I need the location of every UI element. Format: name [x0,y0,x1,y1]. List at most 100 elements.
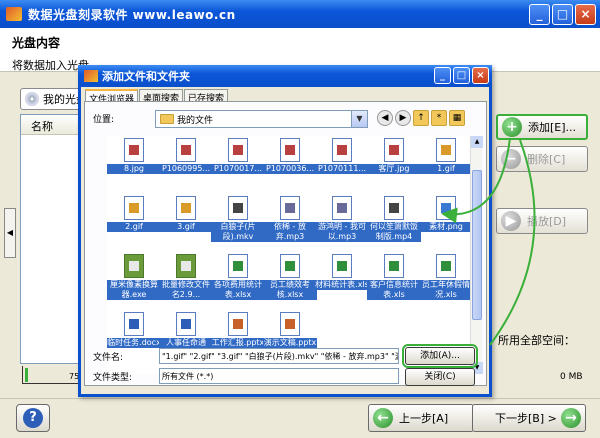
file-item[interactable]: 何以笙箫默饭制版.mp4 [367,196,421,248]
file-grid-scrollbar[interactable]: ▲ ▼ [470,136,483,374]
new-folder-icon[interactable]: * [431,110,447,126]
space-progress: 75 [22,366,82,384]
file-item[interactable]: P1070036... [263,138,317,190]
dialog-close-action-button[interactable]: 关闭(C) [405,368,475,386]
column-name[interactable]: 名称 [31,120,53,133]
help-icon: ? [23,408,43,428]
file-item[interactable]: 8.jpg [107,138,161,190]
file-item-label: 2.gif [107,222,161,232]
dialog-add-button[interactable]: 添加(A)... [402,344,478,368]
scroll-up-icon[interactable]: ▲ [471,136,483,148]
view-menu-icon[interactable]: ▦ [449,110,465,126]
file-item[interactable]: 客厅.jpg [367,138,421,190]
file-item[interactable]: 各项费用统计表.xlsx [211,254,265,306]
file-item[interactable]: 白狼子(片段).mkv [211,196,265,248]
file-item-label: 客户信息统计表.xls [367,280,421,300]
play-icon: ▶ [501,211,521,231]
file-item-label: 客厅.jpg [367,164,421,174]
back-arrow-icon: ← [373,408,393,428]
up-folder-icon[interactable]: ↑ [413,110,429,126]
ppt-file-icon [228,312,248,336]
file-item-label: 演示文稿.pptx [263,338,317,348]
file-item-label: 临时任务.docx [107,338,161,348]
space-value: 0 MB [560,372,583,382]
add-button-label: 添加[E]... [528,121,577,134]
delete-button[interactable]: − 删除[C] [496,146,588,172]
file-item-label: 3.gif [159,222,213,232]
progress-fill [25,368,28,382]
file-item[interactable]: 材料统计表.xls [315,254,369,306]
prev-button[interactable]: ← 上一步[A] [368,404,474,432]
play-button[interactable]: ▶ 播放[D] [496,208,588,234]
scroll-thumb[interactable] [472,170,482,320]
gif-file-icon [176,196,196,220]
mkv-file-icon [228,196,248,220]
img-file-icon [280,138,300,162]
file-item-label: P1060995... [159,164,213,174]
file-item-label: 材料统计表.xls [315,280,369,290]
plus-icon: + [502,117,522,137]
file-item[interactable]: 员工绩效考核.xlsx [263,254,317,306]
file-item-label: 员工年休假情况.xls [419,280,473,300]
main-titlebar[interactable]: 数据光盘刻录软件 www.leawo.cn _ □ × [0,0,600,28]
xls-file-icon [280,254,300,278]
file-item-label: 各项费用统计表.xlsx [211,280,265,300]
ppt-file-icon [280,312,300,336]
filetype-select[interactable]: 所有文件 (*.*) [159,368,399,384]
file-item[interactable]: 客户信息统计表.xls [367,254,421,306]
file-item[interactable]: P1070111... [315,138,369,190]
file-item[interactable]: P1060995... [159,138,213,190]
mp3-file-icon [280,196,300,220]
dialog-maximize-button[interactable]: □ [453,67,470,84]
file-item[interactable]: 厘米像素换算器.exe [107,254,161,306]
add-button[interactable]: + 添加[E]... [496,114,588,140]
file-grid[interactable]: 8.jpg P1060995... P1070017... P1070036... P1… [107,136,473,374]
filename-input[interactable]: "1.gif" "2.gif" "3.gif" "白狼子(片段).mkv" "依… [159,348,399,364]
back-icon[interactable]: ◀ [377,110,393,126]
file-item-label: P1070017... [211,164,265,174]
file-item[interactable]: 3.gif [159,196,213,248]
help-button[interactable]: ? [16,404,50,432]
file-item-label: 厘米像素换算器.exe [107,280,161,300]
minimize-button[interactable]: _ [529,4,550,25]
file-item[interactable]: 1.gif [419,138,473,190]
file-item[interactable]: 游鸿明 - 我可以.mp3 [315,196,369,248]
file-item-label: 员工绩效考核.xlsx [263,280,317,300]
file-item-label: 游鸿明 - 我可以.mp3 [315,222,369,242]
forward-icon[interactable]: ▶ [395,110,411,126]
file-item-label: 工作汇报.pptx [211,338,265,348]
gif-file-icon [124,196,144,220]
filetype-label: 文件类型: [93,373,133,383]
file-item-label: 素材.png [419,222,473,232]
xls-file-icon [332,254,352,278]
file-item[interactable]: 素材.png [419,196,473,248]
close-button[interactable]: × [575,4,596,25]
window-title: 数据光盘刻录软件 www.leawo.cn [28,7,236,22]
file-item[interactable]: 批量修改文件名2.9... [159,254,213,306]
xls-file-icon [228,254,248,278]
dialog-close-button[interactable]: × [472,67,489,84]
location-combo[interactable]: 我的文件 ▼ [155,110,368,128]
file-item[interactable]: 依稀 - 放弃.mp3 [263,196,317,248]
dialog-titlebar[interactable]: 添加文件和文件夹 _ □ × [78,65,492,87]
img-file-icon [228,138,248,162]
chevron-down-icon[interactable]: ▼ [351,111,367,127]
dialog-minimize-button[interactable]: _ [434,67,451,84]
gif-file-icon [436,138,456,162]
forward-arrow-icon: → [561,408,581,428]
file-item[interactable]: P1070017... [211,138,265,190]
doc-file-icon [124,312,144,336]
file-item[interactable]: 员工年休假情况.xls [419,254,473,306]
file-item-label: 1.gif [419,164,473,174]
filename-label: 文件名: [93,353,124,363]
add-files-dialog[interactable]: 添加文件和文件夹 _ □ × 文件浏览器 桌面搜索 已存搜索 位置: 我的文件 … [78,65,492,397]
location-label: 位置: [93,115,115,125]
file-item[interactable]: 2.gif [107,196,161,248]
mp3-file-icon [332,196,352,220]
next-button[interactable]: 下一步[B] > → [472,404,586,432]
img-file-icon [124,138,144,162]
collapse-left-icon[interactable]: ◀ [4,208,16,258]
play-button-label: 播放[D] [527,215,567,228]
img-file-icon [176,138,196,162]
maximize-button[interactable]: □ [552,4,573,25]
